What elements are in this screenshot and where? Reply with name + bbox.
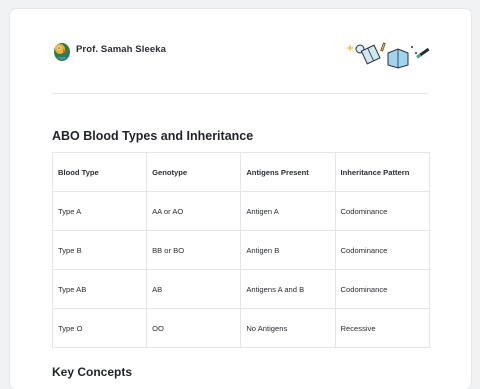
- column-header: Blood Type: [51, 152, 148, 192]
- table-cell: Codominance: [334, 191, 431, 231]
- section-title: ABO Blood Types and Inheritance: [52, 129, 254, 143]
- table-cell: Antigen A: [240, 191, 336, 231]
- blood-types-table: Blood Type Genotype Antigens Present Inh…: [51, 152, 431, 348]
- parrot-icon: [54, 43, 70, 61]
- table-cell: No Antigens: [240, 308, 336, 348]
- table-cell: Codominance: [334, 230, 431, 270]
- table-cell: AA or AO: [146, 191, 242, 231]
- author-header: Prof. Samah Sleeka: [52, 39, 430, 73]
- author-name[interactable]: Prof. Samah Sleeka: [76, 44, 166, 55]
- table-row: Type AB AB Antigens A and B Codominance: [51, 269, 431, 309]
- document-card: Prof. Samah Sleeka ABO Blood Types and I…: [10, 9, 471, 389]
- table-cell: Type AB: [51, 269, 148, 309]
- table-cell: Antigen B: [240, 230, 336, 270]
- table-cell: Antigens A and B: [240, 269, 336, 309]
- study-supplies-icon: [347, 42, 430, 69]
- table-cell: OO: [146, 308, 242, 348]
- table-row: Type A AA or AO Antigen A Codominance: [51, 191, 431, 231]
- table-cell: AB: [146, 269, 242, 309]
- table-cell: Type A: [51, 191, 148, 231]
- column-header: Inheritance Pattern: [334, 152, 431, 192]
- header-divider: [52, 93, 428, 94]
- table-header-row: Blood Type Genotype Antigens Present Inh…: [51, 152, 431, 192]
- column-header: Genotype: [146, 152, 242, 192]
- table-cell: Type O: [51, 308, 148, 348]
- column-header: Antigens Present: [240, 152, 336, 192]
- table-cell: Type B: [51, 230, 148, 270]
- table-cell: Codominance: [334, 269, 431, 309]
- key-concepts-heading: Key Concepts: [52, 365, 133, 379]
- table-row: Type B BB or BO Antigen B Codominance: [51, 230, 431, 270]
- table-cell: BB or BO: [146, 230, 242, 270]
- table-row: Type O OO No Antigens Recessive: [51, 308, 431, 348]
- table-cell: Recessive: [334, 308, 431, 348]
